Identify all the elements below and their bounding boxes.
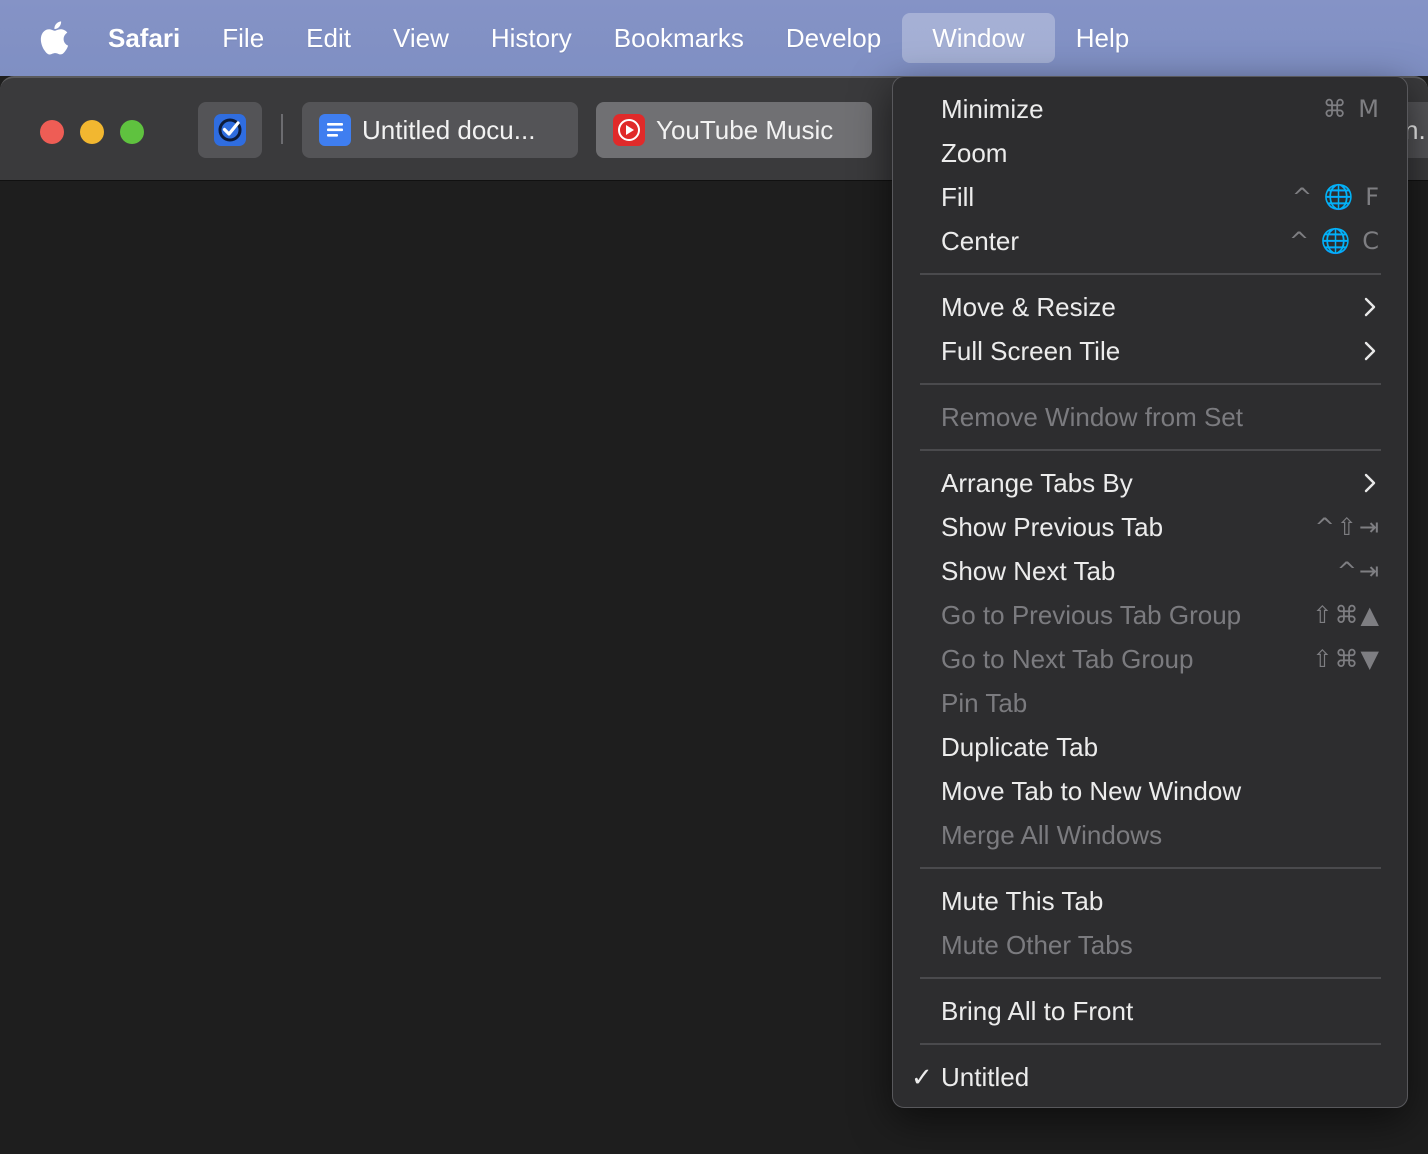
apple-logo-glyph: [40, 21, 69, 55]
menu-view[interactable]: View: [372, 13, 470, 63]
menu-item-pin-tab: Pin Tab: [893, 681, 1407, 725]
menu-item-mute-other-tabs: Mute Other Tabs: [893, 923, 1407, 967]
shortcut-hint: ⇧⌘▲: [1312, 601, 1381, 629]
checkmark-icon: ✓: [911, 1061, 933, 1092]
menu-item-arrange-tabs-by[interactable]: Arrange Tabs By: [893, 461, 1407, 505]
menu-separator: [920, 1043, 1381, 1045]
menu-item-minimize[interactable]: Minimize ⌘ M: [893, 87, 1407, 131]
menu-app-safari[interactable]: Safari: [100, 13, 201, 63]
shortcut-hint: ^⇥: [1336, 557, 1381, 585]
menu-item-remove-window-from-set: Remove Window from Set: [893, 395, 1407, 439]
menu-item-label: Remove Window from Set: [941, 401, 1243, 432]
menu-item-label: Bring All to Front: [941, 995, 1134, 1026]
menu-edit[interactable]: Edit: [285, 13, 372, 63]
menu-develop[interactable]: Develop: [765, 13, 902, 63]
menu-item-duplicate-tab[interactable]: Duplicate Tab: [893, 725, 1407, 769]
menu-item-label: Duplicate Tab: [941, 731, 1099, 762]
menu-item-label: Minimize: [941, 93, 1044, 124]
menu-item-label: Mute This Tab: [941, 885, 1104, 916]
menu-item-label: Show Previous Tab: [941, 511, 1164, 542]
menu-item-window-untitled[interactable]: ✓ Untitled: [893, 1055, 1407, 1099]
menu-item-bring-all-to-front[interactable]: Bring All to Front: [893, 989, 1407, 1033]
menu-item-label: Full Screen Tile: [941, 335, 1121, 366]
menu-item-label: Move Tab to New Window: [941, 775, 1242, 806]
menu-item-go-to-previous-tab-group: Go to Previous Tab Group ⇧⌘▲: [893, 593, 1407, 637]
menu-item-label: Mute Other Tabs: [941, 929, 1133, 960]
menu-window[interactable]: Window: [902, 13, 1055, 63]
tab-title: YouTube Music: [656, 114, 834, 145]
menu-item-mute-this-tab[interactable]: Mute This Tab: [893, 879, 1407, 923]
tab-group-button[interactable]: [198, 102, 262, 158]
menu-item-label: Merge All Windows: [941, 819, 1163, 850]
menu-item-label: Untitled: [941, 1061, 1030, 1092]
toolbar-separator: [281, 114, 283, 144]
youtube-music-icon: [613, 114, 645, 146]
menu-item-zoom[interactable]: Zoom: [893, 131, 1407, 175]
menu-item-label: Move & Resize: [941, 291, 1116, 322]
close-window-button[interactable]: [40, 120, 64, 144]
menu-item-fill[interactable]: Fill ^ 🌐 F: [893, 175, 1407, 219]
menu-item-go-to-next-tab-group: Go to Next Tab Group ⇧⌘▼: [893, 637, 1407, 681]
tab-untitled-document[interactable]: Untitled docu...: [302, 102, 578, 158]
minimize-window-button[interactable]: [80, 120, 104, 144]
menu-item-show-next-tab[interactable]: Show Next Tab ^⇥: [893, 549, 1407, 593]
menu-item-move-tab-to-new-window[interactable]: Move Tab to New Window: [893, 769, 1407, 813]
menu-item-label: Show Next Tab: [941, 555, 1116, 586]
shortcut-hint: ⌘ M: [1322, 95, 1381, 123]
menu-bookmarks[interactable]: Bookmarks: [593, 13, 765, 63]
window-menu-dropdown: Minimize ⌘ M Zoom Fill ^ 🌐 F Center ^ 🌐 …: [892, 76, 1408, 1108]
menu-separator: [920, 449, 1381, 451]
menu-item-label: Center: [941, 225, 1020, 256]
tab-youtube-music[interactable]: YouTube Music: [596, 102, 872, 158]
menu-item-label: Arrange Tabs By: [941, 467, 1133, 498]
menu-item-label: Go to Next Tab Group: [941, 643, 1194, 674]
menu-item-merge-all-windows: Merge All Windows: [893, 813, 1407, 857]
shortcut-hint: ^ 🌐 F: [1291, 183, 1381, 211]
checkmark-circle-icon: [214, 114, 246, 146]
shortcut-hint: ^⇧⇥: [1314, 513, 1381, 541]
tab-title: Untitled docu...: [362, 114, 536, 145]
shortcut-hint: ^ 🌐 C: [1288, 227, 1381, 255]
menu-item-full-screen-tile[interactable]: Full Screen Tile: [893, 329, 1407, 373]
menu-separator: [920, 273, 1381, 275]
menu-item-label: Pin Tab: [941, 687, 1028, 718]
menu-item-show-previous-tab[interactable]: Show Previous Tab ^⇧⇥: [893, 505, 1407, 549]
menu-help[interactable]: Help: [1055, 13, 1150, 63]
menu-item-center[interactable]: Center ^ 🌐 C: [893, 219, 1407, 263]
menu-separator: [920, 977, 1381, 979]
google-docs-icon: [319, 114, 351, 146]
chevron-right-icon: [1364, 297, 1376, 317]
menu-item-label: Go to Previous Tab Group: [941, 599, 1242, 630]
menu-bar: Safari File Edit View History Bookmarks …: [0, 0, 1428, 76]
menu-file[interactable]: File: [201, 13, 285, 63]
apple-logo-icon[interactable]: [0, 0, 100, 76]
menu-item-label: Zoom: [941, 137, 1008, 168]
menu-item-move-resize[interactable]: Move & Resize: [893, 285, 1407, 329]
menu-separator: [920, 383, 1381, 385]
chevron-right-icon: [1364, 473, 1376, 493]
zoom-window-button[interactable]: [120, 120, 144, 144]
chevron-right-icon: [1364, 341, 1376, 361]
menu-history[interactable]: History: [470, 13, 593, 63]
shortcut-hint: ⇧⌘▼: [1312, 645, 1381, 673]
menu-item-label: Fill: [941, 181, 975, 212]
menu-separator: [920, 867, 1381, 869]
